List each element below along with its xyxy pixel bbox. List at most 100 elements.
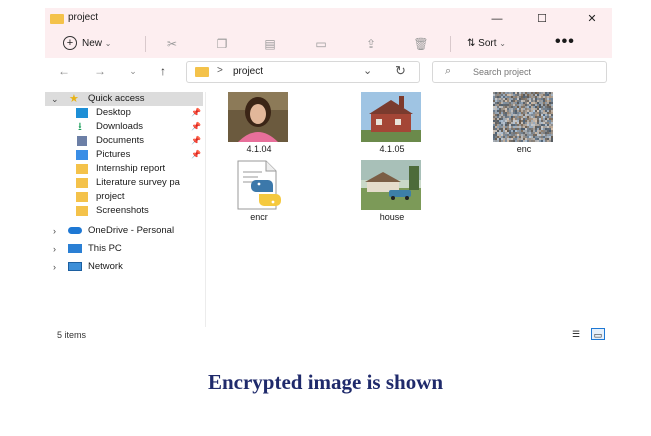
image-thumbnail — [493, 92, 553, 142]
file-tile[interactable]: encr — [214, 160, 304, 222]
sidebar-item-downloads[interactable]: ⭳ Downloads 📌 — [45, 120, 205, 134]
image-thumbnail — [361, 160, 421, 210]
chevron-down-icon[interactable]: ⌄ — [363, 64, 372, 77]
desktop-icon — [76, 108, 88, 118]
file-tile[interactable]: 4.1.04 — [214, 92, 304, 154]
chevron-right-icon[interactable]: › — [53, 260, 56, 274]
file-list: 4.1.04 4.1.05 enc encr house — [206, 92, 612, 327]
file-name: 4.1.05 — [379, 144, 405, 154]
sidebar-item-documents[interactable]: Documents 📌 — [45, 134, 205, 148]
sidebar-item-label: Documents — [96, 135, 145, 146]
sidebar-item-label: Network — [88, 261, 123, 272]
sidebar-item-pictures[interactable]: Pictures 📌 — [45, 148, 205, 162]
separator — [450, 36, 451, 52]
sidebar-item-label: OneDrive - Personal — [88, 225, 175, 236]
sidebar-item-onedrive[interactable]: › OneDrive - Personal — [45, 224, 205, 238]
up-arrow-icon[interactable]: ↑ — [155, 63, 171, 79]
image-thumbnail — [361, 92, 421, 142]
chevron-down-icon[interactable]: ⌄ — [51, 92, 59, 106]
file-tile[interactable]: enc — [479, 92, 569, 154]
sort-button[interactable]: ⇅ Sort ⌄ — [467, 35, 506, 53]
copy-icon[interactable]: ❐ — [214, 36, 230, 52]
breadcrumb-separator: > — [217, 65, 223, 76]
new-label: New — [82, 38, 103, 49]
folder-icon — [76, 164, 88, 174]
window-title: project — [68, 12, 99, 23]
sidebar-item-label: Desktop — [96, 107, 131, 118]
search-input[interactable]: ⌕ Search project — [432, 61, 607, 83]
sidebar-item-label: Internship report — [96, 163, 166, 174]
chevron-down-icon: ⌄ — [104, 39, 112, 48]
sidebar-item-desktop[interactable]: Desktop 📌 — [45, 106, 205, 120]
chevron-right-icon[interactable]: › — [53, 224, 56, 238]
image-thumbnail — [228, 92, 288, 142]
paste-icon[interactable]: ▤ — [262, 36, 278, 52]
sort-icon: ⇅ — [467, 38, 476, 49]
status-bar: 5 items ☰ ▭ — [45, 328, 612, 342]
python-file-icon — [228, 160, 288, 210]
more-options-button[interactable]: ••• — [555, 33, 575, 51]
item-count: 5 items — [57, 330, 87, 340]
sidebar-item-label: Screenshots — [96, 205, 149, 216]
sidebar-item-screenshots[interactable]: Screenshots — [45, 204, 205, 218]
sidebar-item-label: project — [96, 191, 125, 202]
navigation-pane: ⌄ ★ Quick access Desktop 📌 ⭳ Downloads 📌… — [45, 92, 205, 327]
file-name: encr — [250, 212, 268, 222]
breadcrumb-project[interactable]: project — [233, 66, 263, 77]
sidebar-item-label: Downloads — [96, 121, 143, 132]
new-button[interactable]: + New ⌄ — [63, 35, 112, 53]
pin-icon[interactable]: 📌 — [191, 120, 201, 134]
sidebar-item-quick-access[interactable]: ⌄ ★ Quick access — [45, 92, 203, 106]
chevron-down-icon: ⌄ — [499, 39, 506, 48]
refresh-icon[interactable]: ↻ — [395, 63, 406, 79]
forward-arrow-icon[interactable]: → — [92, 63, 108, 79]
sidebar-item-literature-survey[interactable]: Literature survey pa — [45, 176, 205, 190]
folder-icon — [195, 67, 209, 77]
figure-caption: Encrypted image is shown — [207, 370, 444, 394]
pictures-icon — [76, 150, 88, 160]
file-name: 4.1.04 — [246, 144, 272, 154]
file-name: enc — [516, 144, 532, 154]
share-icon[interactable]: ⇪ — [363, 36, 379, 52]
sidebar-item-this-pc[interactable]: › This PC — [45, 242, 205, 256]
cloud-icon — [68, 227, 82, 234]
maximize-button[interactable]: ☐ — [530, 10, 554, 28]
pin-icon[interactable]: 📌 — [191, 106, 201, 120]
title-bar: project — ☐ ✕ — [45, 8, 612, 30]
cut-icon[interactable]: ✂ — [164, 36, 180, 52]
file-tile[interactable]: house — [347, 160, 437, 222]
folder-icon — [50, 14, 64, 24]
delete-icon[interactable]: 🗑 — [413, 36, 429, 52]
plus-icon: + — [63, 36, 77, 51]
sidebar-item-network[interactable]: › Network — [45, 260, 205, 274]
large-icons-view-icon[interactable]: ▭ — [591, 328, 605, 340]
pin-icon[interactable]: 📌 — [191, 134, 201, 148]
file-tile[interactable]: 4.1.05 — [347, 92, 437, 154]
separator — [145, 36, 146, 52]
star-icon: ★ — [69, 93, 79, 105]
documents-icon — [77, 136, 87, 146]
folder-icon — [76, 192, 88, 202]
file-name: house — [379, 212, 405, 222]
close-button[interactable]: ✕ — [580, 10, 604, 28]
folder-icon — [76, 178, 88, 188]
details-view-icon[interactable]: ☰ — [569, 328, 583, 340]
file-explorer-window: project — ☐ ✕ + New ⌄ ✂ ❐ ▤ ▭ ⇪ 🗑 ⇅ Sort … — [45, 8, 612, 342]
back-arrow-icon[interactable]: ← — [56, 63, 72, 79]
sidebar-item-internship-report[interactable]: Internship report — [45, 162, 205, 176]
minimize-button[interactable]: — — [485, 10, 509, 28]
sidebar-item-label: Literature survey pa — [96, 177, 180, 188]
sort-label: Sort — [478, 38, 497, 49]
computer-icon — [68, 244, 82, 253]
sidebar-item-project[interactable]: project — [45, 190, 205, 204]
sidebar-item-label: Pictures — [96, 149, 131, 160]
pin-icon[interactable]: 📌 — [191, 148, 201, 162]
sidebar-item-label: This PC — [88, 243, 122, 254]
rename-icon[interactable]: ▭ — [313, 36, 329, 52]
network-icon — [68, 262, 82, 271]
folder-icon — [76, 206, 88, 216]
recent-locations-icon[interactable]: ⌄ — [125, 63, 141, 79]
chevron-right-icon[interactable]: › — [53, 242, 56, 256]
address-bar[interactable]: > project ⌄ ↻ — [186, 61, 420, 83]
sidebar-item-label: Quick access — [88, 93, 145, 104]
